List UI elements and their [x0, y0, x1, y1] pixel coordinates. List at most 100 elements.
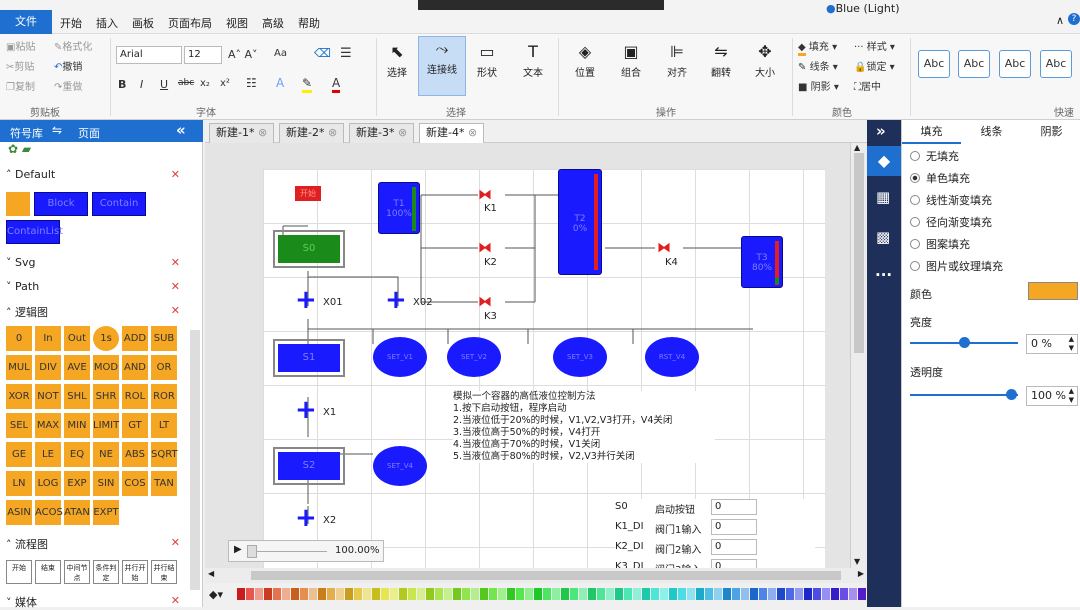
- step-s2[interactable]: S2: [273, 447, 345, 485]
- logic-block-abs[interactable]: ABS: [122, 442, 148, 467]
- radio-icon[interactable]: [910, 173, 920, 183]
- brightness-slider-handle[interactable]: [959, 337, 970, 348]
- fill-option-2[interactable]: 线性渐变填充: [910, 192, 992, 208]
- logic-block-rol[interactable]: ROL: [122, 384, 148, 409]
- close-tab-icon[interactable]: ⊗: [468, 126, 477, 139]
- tab-doc-3[interactable]: 新建-3* ⊗: [349, 123, 415, 143]
- color-swatch[interactable]: [714, 588, 722, 600]
- flow-shape-5[interactable]: 并行结束: [151, 560, 177, 584]
- tank-t3[interactable]: T3 80%: [741, 236, 783, 288]
- quick-style-4[interactable]: Abc: [1040, 50, 1072, 78]
- menu-start[interactable]: 开始: [60, 15, 82, 31]
- superscript-icon[interactable]: x²: [220, 78, 230, 89]
- radio-icon[interactable]: [910, 195, 920, 205]
- color-swatch[interactable]: [606, 588, 614, 600]
- color-swatch[interactable]: [624, 588, 632, 600]
- valve-k1-icon[interactable]: ⧓: [478, 187, 492, 203]
- fill-color-swatch[interactable]: [1028, 282, 1078, 300]
- color-swatch[interactable]: [480, 588, 488, 600]
- close-media-icon[interactable]: ✕: [171, 594, 180, 607]
- color-swatch[interactable]: [255, 588, 263, 600]
- logic-block-ne[interactable]: NE: [93, 442, 119, 467]
- color-swatch[interactable]: [336, 588, 344, 600]
- select-button[interactable]: ⬉ 选择: [380, 40, 414, 79]
- logic-block-sel[interactable]: SEL: [6, 413, 32, 438]
- color-swatch[interactable]: [489, 588, 497, 600]
- horizontal-scrollbar[interactable]: ◀ ▶: [205, 568, 867, 583]
- color-swatch[interactable]: [651, 588, 659, 600]
- logic-block-lt[interactable]: LT: [151, 413, 177, 438]
- color-swatch[interactable]: [246, 588, 254, 600]
- contain-item[interactable]: Contain: [92, 192, 146, 216]
- left-scrollbar[interactable]: [190, 330, 200, 590]
- tab-shadow[interactable]: 阴影: [1022, 120, 1080, 144]
- color-swatch[interactable]: [615, 588, 623, 600]
- close-tab-icon[interactable]: ⊗: [328, 126, 337, 139]
- font-grow-icon[interactable]: A˄ A˅: [228, 48, 258, 61]
- action-oval-3[interactable]: SET_V3: [553, 337, 607, 377]
- logic-block-ave[interactable]: AVE: [64, 355, 90, 380]
- cut-button[interactable]: ✂剪贴: [6, 58, 34, 73]
- color-swatch[interactable]: [561, 588, 569, 600]
- color-swatch[interactable]: [417, 588, 425, 600]
- swap-icon[interactable]: ⇋: [52, 123, 62, 137]
- color-swatch[interactable]: [345, 588, 353, 600]
- io-value-input[interactable]: 0: [711, 499, 757, 515]
- color-swatch[interactable]: [399, 588, 407, 600]
- zoom-slider-handle[interactable]: [247, 545, 257, 558]
- connector-button[interactable]: ⤳ 连接线: [418, 36, 466, 96]
- logic-block-ge[interactable]: GE: [6, 442, 32, 467]
- close-path-icon[interactable]: ✕: [171, 280, 180, 293]
- color-swatch[interactable]: [552, 588, 560, 600]
- theme-label[interactable]: ●Blue (Light): [826, 2, 899, 15]
- start-button[interactable]: 开始: [295, 186, 321, 201]
- color-swatch[interactable]: [840, 588, 848, 600]
- color-swatch[interactable]: [696, 588, 704, 600]
- vertical-scroll-thumb[interactable]: [854, 153, 864, 353]
- menu-advanced[interactable]: 高级: [262, 15, 284, 31]
- fill-button[interactable]: ◆ 填充 ▾: [798, 38, 837, 56]
- color-swatch[interactable]: [642, 588, 650, 600]
- highlight-icon[interactable]: ✎: [302, 76, 313, 93]
- color-swatch[interactable]: [858, 588, 866, 600]
- image-icon[interactable]: ▩: [876, 228, 890, 246]
- redo-button[interactable]: ↷重做: [54, 78, 82, 93]
- color-swatch[interactable]: [408, 588, 416, 600]
- orange-block[interactable]: [6, 192, 30, 216]
- step-s0[interactable]: S0: [273, 230, 345, 268]
- logic-block-add[interactable]: ADD: [122, 326, 148, 351]
- menu-view[interactable]: 视图: [226, 15, 248, 31]
- valve-k3-icon[interactable]: ⧓: [478, 294, 492, 310]
- fill-option-3[interactable]: 径向渐变填充: [910, 214, 992, 230]
- section-default[interactable]: ˄ Default: [6, 168, 55, 181]
- color-swatch[interactable]: [822, 588, 830, 600]
- color-swatch[interactable]: [579, 588, 587, 600]
- logic-block-log[interactable]: LOG: [35, 471, 61, 496]
- fill-bucket-icon[interactable]: ◆▾: [209, 588, 223, 601]
- section-logic[interactable]: ˄ 逻辑图: [6, 304, 48, 320]
- transition-x01-icon[interactable]: +: [295, 287, 317, 313]
- color-swatch[interactable]: [282, 588, 290, 600]
- text-button[interactable]: T 文本: [516, 40, 550, 79]
- color-swatch[interactable]: [273, 588, 281, 600]
- radio-icon[interactable]: [910, 261, 920, 271]
- color-swatch[interactable]: [687, 588, 695, 600]
- color-swatch[interactable]: [309, 588, 317, 600]
- subscript-icon[interactable]: x₂: [200, 78, 210, 89]
- color-swatch[interactable]: [525, 588, 533, 600]
- transition-x2-icon[interactable]: +: [295, 505, 317, 531]
- color-swatch[interactable]: [534, 588, 542, 600]
- opacity-slider-handle[interactable]: [1006, 389, 1017, 400]
- color-swatch[interactable]: [435, 588, 443, 600]
- paste-button[interactable]: ▣粘贴: [6, 38, 35, 53]
- color-swatch[interactable]: [381, 588, 389, 600]
- step-s1[interactable]: S1: [273, 339, 345, 377]
- valve-k4-icon[interactable]: ⧓: [657, 240, 671, 256]
- io-value-input[interactable]: 0: [711, 519, 757, 535]
- fill-option-1[interactable]: 单色填充: [910, 170, 970, 186]
- color-swatch[interactable]: [813, 588, 821, 600]
- tab-line[interactable]: 线条: [962, 120, 1021, 144]
- logic-block-exp[interactable]: EXP: [64, 471, 90, 496]
- section-media[interactable]: ˅ 媒体: [6, 594, 37, 610]
- action-oval-1[interactable]: SET_V1: [373, 337, 427, 377]
